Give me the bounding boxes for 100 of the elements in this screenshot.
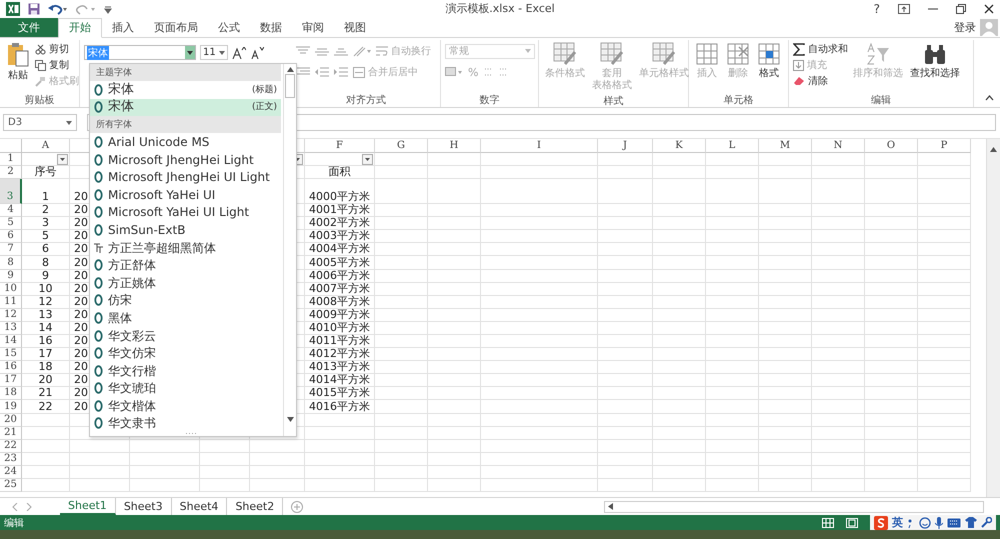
row-header[interactable]: 9	[0, 270, 22, 283]
column-header[interactable]: O	[865, 138, 918, 153]
scroll-down-icon[interactable]	[286, 417, 294, 422]
collapse-ribbon-icon[interactable]	[985, 94, 994, 101]
ime-mode[interactable]: 英	[892, 515, 903, 530]
ribbon-tab[interactable]: 审阅	[292, 18, 334, 37]
table-cell: 4009平方米	[305, 308, 375, 322]
scroll-up-icon[interactable]	[990, 146, 997, 152]
table-cell: 8	[22, 256, 70, 270]
row-header[interactable]: 15	[0, 348, 22, 362]
horizontal-scrollbar[interactable]	[604, 500, 984, 513]
paste-button[interactable]: 粘贴	[4, 40, 32, 93]
vertical-scrollbar[interactable]	[986, 138, 1000, 498]
page-layout-view-icon[interactable]	[846, 518, 858, 528]
row-header[interactable]: 7	[0, 243, 22, 256]
name-box[interactable]: D3	[3, 114, 77, 132]
column-header[interactable]: H	[428, 138, 481, 153]
font-item[interactable]: Microsoft JhengHei Light	[90, 150, 281, 168]
scroll-left-icon[interactable]	[608, 503, 613, 510]
row-header[interactable]: 14	[0, 334, 22, 348]
row-header[interactable]: 5	[0, 217, 22, 230]
filter-dropdown-icon[interactable]	[57, 154, 68, 165]
row-header[interactable]: 11	[0, 296, 22, 309]
row-header[interactable]: 19	[0, 400, 22, 414]
sign-in-link[interactable]: 登录	[954, 18, 976, 37]
ribbon-tab[interactable]: 页面布局	[144, 18, 208, 37]
ribbon-tab[interactable]: 插入	[102, 18, 144, 37]
row-header[interactable]: 3	[0, 179, 22, 204]
scissors-icon	[35, 44, 46, 55]
file-tab[interactable]: 文件	[0, 18, 58, 37]
table-cell: 4011平方米	[305, 334, 375, 348]
ribbon-tab[interactable]: 公式	[208, 18, 250, 37]
row-header[interactable]: 22	[0, 440, 22, 453]
row-header[interactable]: 17	[0, 374, 22, 388]
dropdown-scrollbar[interactable]	[283, 64, 296, 436]
keyboard-icon[interactable]	[947, 518, 961, 528]
row-header[interactable]: 8	[0, 256, 22, 270]
close-icon[interactable]	[984, 4, 994, 14]
column-header[interactable]: L	[706, 138, 759, 153]
column-header[interactable]: N	[812, 138, 865, 153]
normal-view-icon[interactable]	[822, 518, 834, 528]
table-cell: 4002平方米	[305, 217, 375, 230]
row-header[interactable]: 20	[0, 414, 22, 427]
clear-button[interactable]: 清除	[793, 74, 848, 89]
save-icon[interactable]	[28, 2, 40, 15]
shrink-font-icon[interactable]	[250, 46, 264, 59]
column-header[interactable]: K	[653, 138, 706, 153]
row-header[interactable]: 16	[0, 361, 22, 374]
font-item[interactable]: 华文隶书	[90, 414, 281, 432]
row-header[interactable]: 25	[0, 479, 22, 492]
microphone-icon[interactable]	[935, 516, 943, 529]
column-header[interactable]: G	[375, 138, 428, 153]
row-header[interactable]: 10	[0, 282, 22, 296]
copy-button[interactable]: 复制	[35, 58, 79, 73]
customize-toolbar-icon[interactable]	[104, 4, 112, 14]
smiley-icon[interactable]	[919, 516, 931, 529]
ribbon-tab[interactable]: 视图	[334, 18, 376, 37]
resize-grip-icon[interactable]	[185, 432, 199, 435]
grow-font-icon[interactable]	[232, 46, 246, 59]
group-label: 对齐方式	[346, 94, 386, 107]
font-size-field[interactable]: 11	[200, 45, 228, 60]
column-header[interactable]: F	[305, 138, 375, 153]
row-header[interactable]: 6	[0, 230, 22, 244]
ime-logo-icon[interactable]	[874, 516, 888, 530]
column-header[interactable]: A	[22, 138, 70, 153]
ribbon-tab[interactable]: 开始	[58, 18, 102, 38]
table-cell	[598, 204, 653, 218]
find-select-button[interactable]: 查找和选择	[908, 40, 962, 93]
autosum-button[interactable]: 自动求和	[793, 42, 848, 57]
font-item[interactable]: 宋体 (正文)	[90, 98, 281, 116]
column-header[interactable]: M	[759, 138, 812, 153]
column-header[interactable]: J	[598, 138, 653, 153]
row-header[interactable]: 4	[0, 204, 22, 218]
ribbon-tab[interactable]: 数据	[250, 18, 292, 37]
help-button[interactable]: ?	[874, 2, 880, 16]
row-header[interactable]: 12	[0, 308, 22, 322]
row-header[interactable]: 1	[0, 152, 22, 166]
font-item[interactable]: 宋体 (标题)	[90, 81, 281, 99]
cells-button[interactable]: 格式	[755, 40, 783, 93]
filter-dropdown-icon[interactable]	[362, 154, 373, 165]
scroll-thumb[interactable]	[285, 74, 295, 98]
column-header[interactable]: I	[481, 138, 598, 153]
cut-button[interactable]: 剪切	[35, 42, 79, 57]
restore-icon[interactable]	[956, 4, 966, 14]
table-cell	[918, 270, 971, 283]
undo-icon[interactable]	[48, 2, 68, 15]
font-item[interactable]: Arial Unicode MS	[90, 133, 281, 151]
row-header[interactable]: 18	[0, 387, 22, 400]
row-header[interactable]: 23	[0, 452, 22, 466]
row-header[interactable]: 13	[0, 322, 22, 335]
row-header[interactable]: 21	[0, 426, 22, 440]
sheet-tab[interactable]: Sheet1	[60, 498, 116, 516]
ribbon-display-icon[interactable]	[898, 4, 910, 14]
column-header[interactable]: P	[918, 138, 971, 153]
row-header[interactable]: 2	[0, 166, 22, 180]
shirt-icon[interactable]	[965, 517, 977, 528]
wrench-icon[interactable]	[981, 517, 992, 528]
row-header[interactable]: 24	[0, 466, 22, 479]
table-cell	[22, 466, 70, 479]
scroll-up-icon[interactable]	[286, 67, 294, 72]
